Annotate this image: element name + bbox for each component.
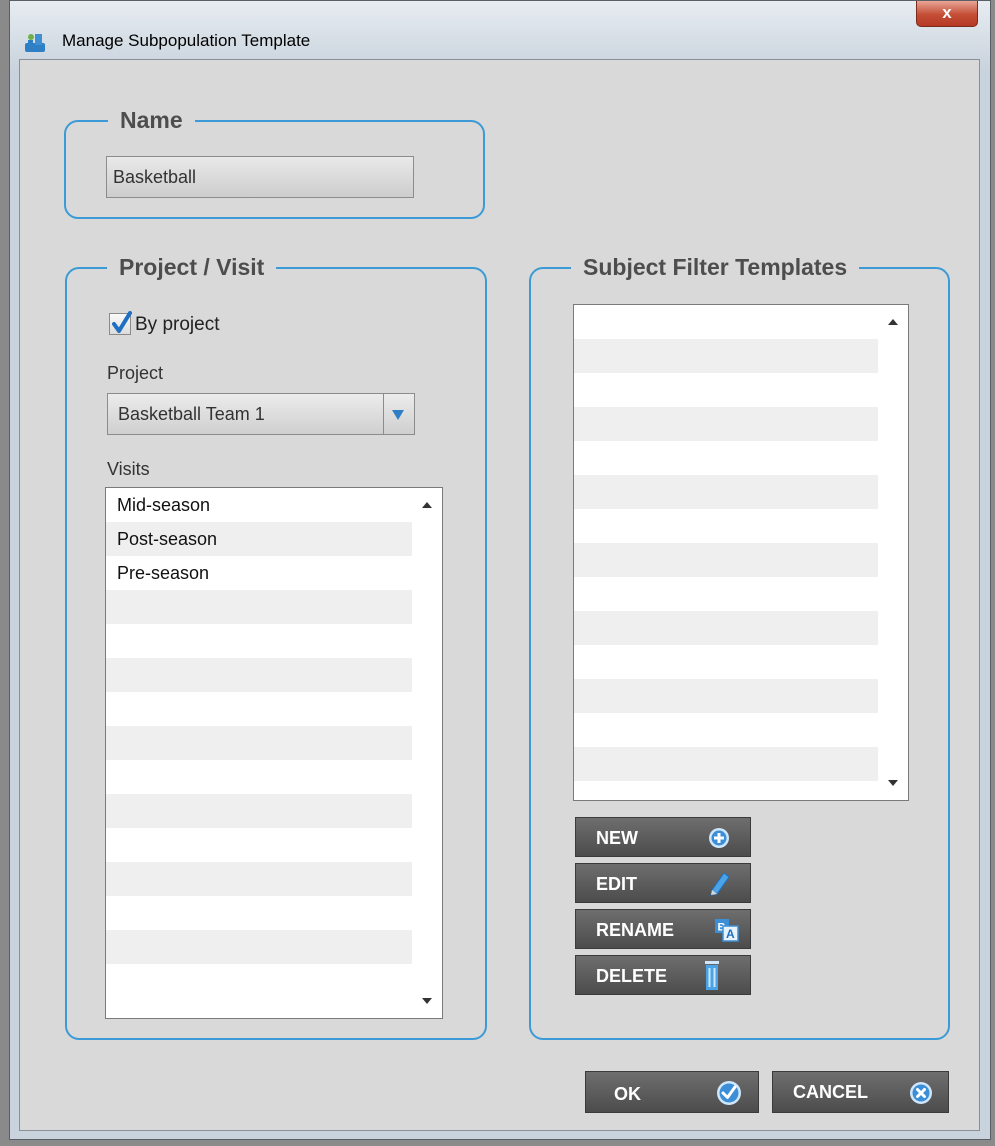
list-item[interactable]: Post-season xyxy=(106,522,442,556)
pencil-icon xyxy=(708,870,732,901)
delete-button[interactable]: DELETE xyxy=(575,955,751,995)
list-item[interactable] xyxy=(574,543,908,577)
scroll-up-arrow-icon[interactable] xyxy=(422,502,432,508)
list-item[interactable] xyxy=(106,658,442,692)
visits-label: Visits xyxy=(107,459,150,479)
dialog-window: Manage Subpopulation Template x Name Bas… xyxy=(9,0,991,1140)
list-item[interactable] xyxy=(574,679,908,713)
project-dropdown-value: Basketball Team 1 xyxy=(118,404,265,424)
list-item[interactable] xyxy=(106,726,442,760)
list-item[interactable]: Mid-season xyxy=(106,488,442,522)
name-legend: Name xyxy=(108,106,195,134)
close-button[interactable]: x xyxy=(916,1,978,27)
project-visit-group: Project / Visit By project Project Baske… xyxy=(65,253,487,1040)
scroll-up-arrow-icon[interactable] xyxy=(888,319,898,325)
list-item[interactable] xyxy=(574,339,908,373)
cancel-button[interactable]: CANCEL xyxy=(772,1071,949,1113)
ok-button-label: OK xyxy=(614,1084,641,1104)
chevron-down-icon[interactable] xyxy=(391,408,405,426)
list-item[interactable] xyxy=(574,373,908,407)
name-group: Name Basketball xyxy=(64,106,485,219)
list-item[interactable] xyxy=(574,475,908,509)
list-item[interactable] xyxy=(574,713,908,747)
app-logo-icon xyxy=(24,31,46,53)
ok-button[interactable]: OK xyxy=(585,1071,759,1113)
visits-rows: Mid-season Post-season Pre-season xyxy=(106,488,442,998)
by-project-checkbox[interactable] xyxy=(109,311,132,335)
delete-button-label: DELETE xyxy=(596,966,668,986)
list-item[interactable] xyxy=(106,862,442,896)
dropdown-divider xyxy=(383,394,384,434)
project-label: Project xyxy=(107,363,164,383)
check-circle-icon xyxy=(716,1080,742,1111)
list-item[interactable] xyxy=(106,828,442,862)
list-item[interactable] xyxy=(574,747,908,781)
list-item[interactable] xyxy=(106,930,442,964)
by-project-label: By project xyxy=(135,314,220,335)
list-item[interactable] xyxy=(574,781,908,800)
rename-button-label: RENAME xyxy=(596,920,675,940)
list-item[interactable] xyxy=(106,590,442,624)
subject-filter-templates-group: Subject Filter Templates NEW EDIT RENAME… xyxy=(529,253,950,1040)
new-button[interactable]: NEW xyxy=(575,817,751,857)
edit-button-label: EDIT xyxy=(596,874,638,894)
list-item[interactable] xyxy=(574,305,908,339)
dialog-body: Name Basketball Project / Visit By proje… xyxy=(19,59,980,1131)
list-item[interactable] xyxy=(106,760,442,794)
cancel-button-label: CANCEL xyxy=(793,1082,868,1102)
list-item[interactable] xyxy=(574,645,908,679)
list-item[interactable] xyxy=(106,624,442,658)
list-item[interactable] xyxy=(106,964,442,998)
project-dropdown[interactable]: Basketball Team 1 xyxy=(107,393,415,435)
filter-templates-scrollbar[interactable] xyxy=(878,305,908,800)
list-item[interactable] xyxy=(106,794,442,828)
svg-text:A: A xyxy=(726,927,735,941)
filter-templates-rows xyxy=(574,305,908,800)
x-circle-icon xyxy=(909,1081,933,1110)
list-item[interactable] xyxy=(106,896,442,930)
name-input[interactable]: Basketball xyxy=(106,156,414,198)
list-item[interactable] xyxy=(574,577,908,611)
plus-circle-icon xyxy=(708,827,730,854)
list-item[interactable] xyxy=(574,611,908,645)
new-button-label: NEW xyxy=(596,828,638,848)
trash-icon xyxy=(704,961,720,996)
list-item[interactable] xyxy=(106,692,442,726)
scroll-down-arrow-icon[interactable] xyxy=(422,998,432,1004)
visits-scrollbar[interactable] xyxy=(412,488,442,1018)
rename-icon: B A xyxy=(714,917,740,948)
project-visit-legend: Project / Visit xyxy=(107,253,277,281)
list-item[interactable] xyxy=(574,407,908,441)
rename-button[interactable]: RENAME B A xyxy=(575,909,751,949)
window-title: Manage Subpopulation Template xyxy=(62,31,311,50)
list-item[interactable]: Pre-season xyxy=(106,556,442,590)
visits-list[interactable]: Mid-season Post-season Pre-season xyxy=(105,487,443,1019)
list-item[interactable] xyxy=(574,509,908,543)
edit-button[interactable]: EDIT xyxy=(575,863,751,903)
scroll-down-arrow-icon[interactable] xyxy=(888,780,898,786)
list-item[interactable] xyxy=(574,441,908,475)
filter-templates-list[interactable] xyxy=(573,304,909,801)
title-bar[interactable]: Manage Subpopulation Template x xyxy=(10,1,990,59)
subject-filter-templates-legend: Subject Filter Templates xyxy=(571,253,860,281)
